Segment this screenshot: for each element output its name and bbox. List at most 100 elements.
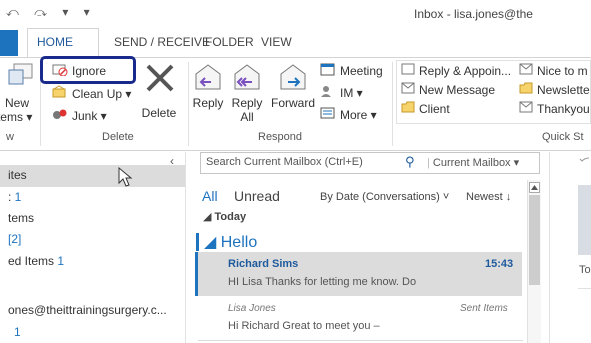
ignore-label: Ignore bbox=[72, 63, 107, 78]
quick-step-label: Thankyou bbox=[537, 101, 590, 116]
nav-item-count: [2] bbox=[8, 232, 22, 246]
envelope-icon bbox=[401, 82, 415, 97]
new-items-label-1[interactable]: New bbox=[0, 96, 34, 110]
quick-access-toolbar[interactable]: ⤺ ⤼ ▾ ▾ bbox=[6, 5, 96, 20]
quick-step-thankyou[interactable]: Thankyou bbox=[519, 101, 590, 116]
search-input[interactable]: Search Current Mailbox (Ctrl+E) bbox=[206, 156, 363, 168]
ignore-button[interactable]: Ignore bbox=[52, 62, 106, 79]
reply-appoint-icon bbox=[401, 63, 415, 78]
nav-selected-row bbox=[0, 165, 185, 187]
to-label: To bbox=[579, 264, 591, 276]
search-scope-label: Current Mailbox bbox=[432, 157, 511, 169]
chevron-down-icon: ▾ bbox=[513, 157, 520, 169]
tab-send-receive[interactable]: SEND / RECEIVE bbox=[114, 35, 210, 49]
nav-item-label: ed Items bbox=[8, 254, 58, 268]
list-divider bbox=[198, 340, 523, 341]
scroll-thumb[interactable] bbox=[529, 195, 540, 285]
tab-home[interactable]: HOME bbox=[37, 35, 73, 49]
nav-item-deleted-items[interactable]: ed Items 1 bbox=[8, 254, 64, 268]
message-preview[interactable]: HI Lisa Thanks for letting me know. Do bbox=[228, 276, 416, 288]
new-items-icon[interactable] bbox=[8, 62, 34, 90]
ribbon-separator bbox=[392, 62, 393, 146]
reply-all-label-1[interactable]: Reply bbox=[230, 96, 264, 110]
quick-steps-group-label: Quick St bbox=[542, 131, 584, 143]
quick-step-reply-appoint[interactable]: Reply & Appoin... bbox=[401, 63, 511, 78]
junk-icon bbox=[52, 107, 68, 124]
window-title: Inbox - lisa.jones@the bbox=[414, 7, 533, 21]
meeting-label: Meeting bbox=[340, 63, 383, 78]
im-button[interactable]: IM ▾ bbox=[320, 84, 363, 101]
message-sender[interactable]: Richard Sims bbox=[228, 258, 298, 270]
quick-step-newsletter[interactable]: Newslette bbox=[519, 82, 590, 97]
junk-label: Junk ▾ bbox=[72, 108, 107, 123]
junk-button[interactable]: Junk ▾ bbox=[52, 107, 107, 124]
envelope-icon bbox=[519, 63, 533, 78]
quick-step-label: Nice to m bbox=[537, 63, 588, 78]
search-icon[interactable]: ⚲ bbox=[405, 154, 415, 170]
file-tab[interactable] bbox=[0, 30, 18, 56]
respond-group-label: Respond bbox=[258, 131, 303, 143]
quick-step-new-message[interactable]: New Message bbox=[401, 82, 495, 97]
sort-by-dropdown[interactable]: By Date (Conversations) ˅ bbox=[320, 191, 449, 203]
ribbon-separator bbox=[188, 62, 189, 146]
new-items-label-2[interactable]: Items ▾ bbox=[0, 110, 34, 124]
nav-item-drafts[interactable]: [2] bbox=[8, 232, 21, 246]
nav-item-label: tems bbox=[8, 211, 35, 225]
quick-step-label: Newslette bbox=[537, 82, 590, 97]
nav-item-count: 1 bbox=[57, 254, 65, 268]
delete-button[interactable]: Delete bbox=[136, 106, 182, 120]
reply-icon[interactable] bbox=[193, 62, 223, 95]
tab-folder[interactable]: FOLDER bbox=[205, 35, 254, 49]
contact-photo bbox=[578, 185, 591, 255]
quick-step-label: Reply & Appoin... bbox=[419, 63, 512, 78]
nav-item-inbox[interactable]: : 1 bbox=[8, 190, 21, 204]
reply-all-label-2[interactable]: All bbox=[230, 110, 264, 124]
selected-message-accent bbox=[195, 252, 198, 296]
sort-order-toggle[interactable]: Newest ↓ bbox=[466, 191, 511, 203]
search-scope-dropdown[interactable]: | Current Mailbox ▾ bbox=[427, 156, 519, 169]
reply-icon[interactable] bbox=[579, 154, 591, 169]
meeting-button[interactable]: Meeting bbox=[320, 62, 383, 79]
forward-button[interactable]: Forward bbox=[270, 96, 316, 110]
folder-icon bbox=[519, 82, 533, 97]
nav-item-label: ites bbox=[8, 168, 27, 182]
quick-step-label: Client bbox=[419, 101, 450, 116]
im-icon bbox=[320, 84, 336, 101]
reply-all-icon[interactable] bbox=[232, 62, 262, 95]
message-folder: Sent Items bbox=[460, 303, 508, 314]
ignore-icon bbox=[52, 62, 68, 79]
group-header-today[interactable]: ◢ Today bbox=[203, 210, 246, 223]
new-group-label: w bbox=[6, 131, 14, 143]
mouse-cursor-icon bbox=[118, 166, 134, 192]
quick-step-nice-to-meet[interactable]: Nice to m bbox=[519, 63, 588, 78]
tab-view[interactable]: VIEW bbox=[261, 35, 292, 49]
message-preview[interactable]: Hi Richard Great to meet you – bbox=[228, 320, 380, 332]
scroll-up-button[interactable] bbox=[529, 182, 540, 193]
envelope-icon bbox=[519, 101, 533, 116]
filter-all[interactable]: All bbox=[202, 188, 218, 204]
quick-step-label: New Message bbox=[419, 82, 496, 97]
nav-item-count: 1 bbox=[14, 190, 22, 204]
conversation-accent bbox=[196, 233, 199, 251]
nav-account-count: 1 bbox=[14, 325, 21, 339]
delete-icon[interactable] bbox=[144, 62, 176, 94]
more-label: More ▾ bbox=[340, 107, 377, 122]
clean-up-button[interactable]: Clean Up ▾ bbox=[52, 85, 131, 102]
folder-icon bbox=[401, 101, 415, 116]
message-sender[interactable]: Lisa Jones bbox=[228, 303, 276, 314]
delete-group-label: Delete bbox=[102, 131, 134, 143]
conversation-header[interactable]: ◢ Hello bbox=[204, 232, 257, 252]
nav-item-favorites[interactable]: ites bbox=[8, 168, 27, 182]
more-icon bbox=[320, 106, 336, 123]
forward-icon[interactable] bbox=[278, 62, 308, 95]
message-time: 15:43 bbox=[485, 258, 514, 270]
more-button[interactable]: More ▾ bbox=[320, 106, 377, 123]
reading-divider bbox=[578, 288, 591, 289]
calendar-icon bbox=[320, 62, 336, 79]
nav-item-sent-items[interactable]: tems bbox=[8, 211, 34, 225]
clean-up-icon bbox=[52, 85, 68, 102]
reply-button[interactable]: Reply bbox=[192, 96, 224, 110]
nav-account[interactable]: ones@theittrainingsurgery.c... bbox=[8, 303, 167, 317]
filter-unread[interactable]: Unread bbox=[234, 188, 280, 204]
quick-step-client[interactable]: Client bbox=[401, 101, 450, 116]
